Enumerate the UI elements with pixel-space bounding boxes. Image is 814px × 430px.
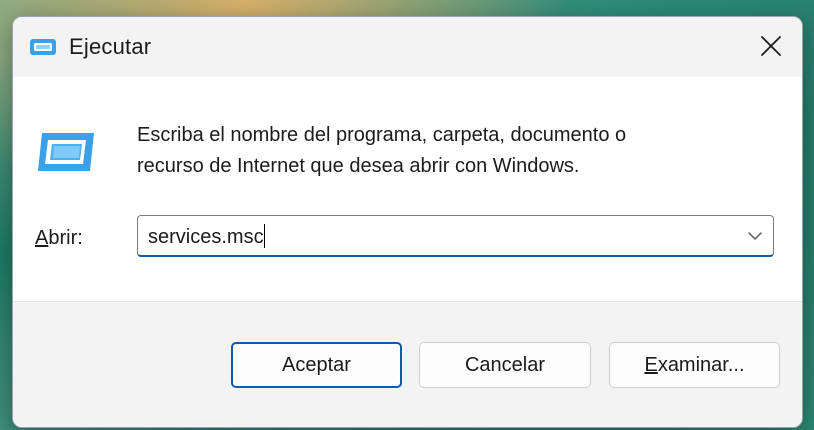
button-bar: Aceptar Cancelar Examinar... <box>13 301 802 427</box>
ok-button-label: Aceptar <box>282 353 351 376</box>
ok-button[interactable]: Aceptar <box>231 342 402 388</box>
run-icon <box>38 133 94 171</box>
run-dialog: Ejecutar Escriba el nombre del programa,… <box>12 16 803 428</box>
description-line-1: Escriba el nombre del programa, carpeta,… <box>137 124 627 146</box>
browse-button-accelerator: E <box>644 353 658 376</box>
open-input[interactable]: services.msc <box>148 224 265 249</box>
open-label-text: brir: <box>48 227 83 249</box>
cancel-button[interactable]: Cancelar <box>419 342 591 388</box>
chevron-down-icon[interactable] <box>745 226 765 246</box>
close-button[interactable] <box>740 17 802 75</box>
close-icon <box>761 36 781 56</box>
window-title: Ejecutar <box>69 34 152 59</box>
open-label-accelerator: A <box>35 227 49 249</box>
dialog-body: Escriba el nombre del programa, carpeta,… <box>13 77 802 301</box>
text-caret <box>263 224 265 248</box>
browse-button-label: xaminar... <box>657 353 745 376</box>
description-line-2: recurso de Internet que desea abrir con … <box>137 155 580 177</box>
open-input-value: services.msc <box>148 226 264 248</box>
browse-button[interactable]: Examinar... <box>609 342 780 388</box>
description-text: Escriba el nombre del programa, carpeta,… <box>137 120 757 182</box>
open-label: Abrir: <box>35 227 83 250</box>
open-combobox[interactable]: services.msc <box>137 215 774 257</box>
cancel-button-label: Cancelar <box>464 353 546 376</box>
run-icon <box>30 39 56 55</box>
title-bar[interactable]: Ejecutar <box>13 17 802 77</box>
